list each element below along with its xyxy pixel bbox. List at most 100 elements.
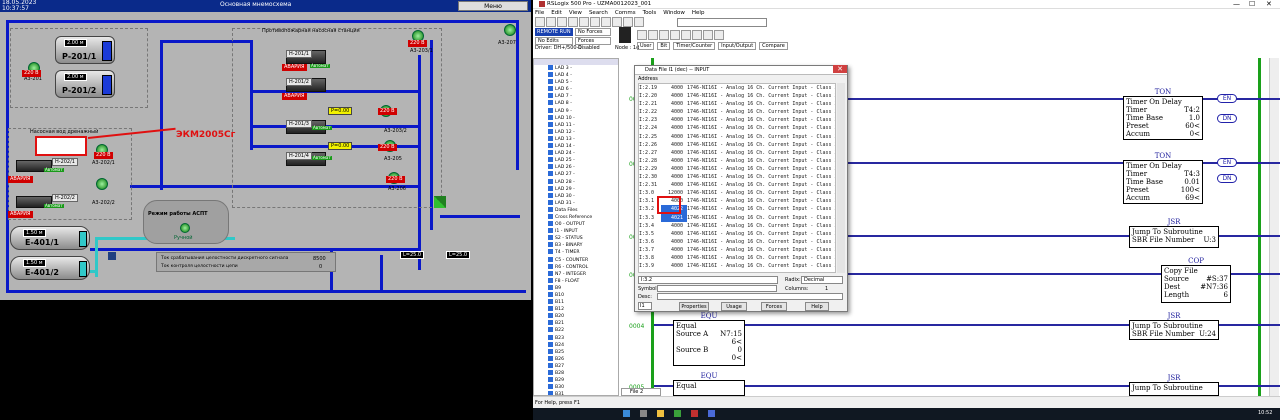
properties-button[interactable]: Properties: [679, 302, 709, 311]
tree-item[interactable]: B29: [548, 377, 618, 384]
tree-item[interactable]: B30: [548, 384, 618, 391]
tree-item[interactable]: LAD 12 -: [548, 128, 618, 136]
data-row[interactable]: I:2.27 4000 1746-NI16I - Analog 16 Ch. Cur…: [639, 149, 835, 157]
equ-instruction[interactable]: EQU Equal: [673, 372, 745, 396]
menu-window[interactable]: Window: [663, 10, 685, 16]
rslogix-taskbar-icon[interactable]: [690, 410, 698, 417]
symbol-field[interactable]: [657, 285, 777, 292]
tree-item[interactable]: B21: [548, 320, 618, 327]
tree-item[interactable]: LAD 7 -: [548, 93, 618, 100]
data-row[interactable]: I:3.5 4000 1746-NI16I - Analog 16 Ch. Curr…: [639, 230, 835, 238]
pump-icon[interactable]: [504, 24, 516, 36]
tree-item[interactable]: LAD 29 -: [548, 185, 618, 193]
tree-item[interactable]: Cross Reference: [548, 213, 618, 221]
save-icon[interactable]: [557, 17, 567, 27]
cut-icon[interactable]: [579, 17, 589, 27]
desc-field[interactable]: [657, 293, 843, 300]
data-row[interactable]: I:2.30 4000 1746-NI16I - Analog 16 Ch. Cur…: [639, 173, 835, 181]
forces-button[interactable]: Forces: [761, 302, 787, 311]
otu-icon[interactable]: [703, 30, 713, 40]
data-row[interactable]: I:2.25 4000 1746-NI16I - Analog 16 Ch. Cur…: [639, 133, 835, 141]
data-row[interactable]: I:2.28 4000 1746-NI16I - Analog 16 Ch. Cur…: [639, 157, 835, 165]
find-icon[interactable]: [634, 17, 644, 27]
mode-indicator-icon[interactable]: [180, 223, 190, 233]
tree-item[interactable]: LAD 25 -: [548, 157, 618, 164]
tab-input-output[interactable]: Input/Output: [718, 42, 757, 50]
address-field[interactable]: I:3.2: [638, 276, 778, 284]
data-row[interactable]: I:2.22 4000 1746-NI16I - Analog 16 Ch. Cur…: [639, 108, 835, 116]
tree-item[interactable]: LAD 27 -: [548, 171, 618, 178]
dn-coil[interactable]: DN: [1217, 114, 1237, 123]
tree-item[interactable]: LAD 5 -: [548, 79, 618, 86]
tree-item[interactable]: B20: [548, 313, 618, 320]
pump-icon[interactable]: [96, 178, 108, 190]
tree-item[interactable]: LAD 3 -: [548, 65, 618, 72]
tank-e401-1[interactable]: 1.50 м Е-401/1: [10, 226, 90, 250]
data-row[interactable]: I:2.24 4000 1746-NI16I - Analog 16 Ch. Cur…: [639, 124, 835, 132]
data-row[interactable]: I:2.29 4000 1746-NI16I - Analog 16 Ch. Cur…: [639, 165, 835, 173]
tab-user[interactable]: User: [637, 42, 655, 50]
undo-icon[interactable]: [612, 17, 622, 27]
vertical-scrollbar[interactable]: [1269, 58, 1279, 396]
xic-icon[interactable]: [659, 30, 669, 40]
maximize-icon[interactable]: ☐: [1249, 0, 1255, 8]
cop-instruction[interactable]: COP Copy File Source #S:37 Dest #N7:36 Len…: [1161, 257, 1231, 303]
tree-item[interactable]: LAD 31 -: [548, 199, 618, 207]
menu-view[interactable]: View: [569, 10, 582, 16]
tree-item[interactable]: LAD 10 -: [548, 114, 618, 122]
tree-item[interactable]: Data Files: [548, 206, 618, 214]
jsr-instruction[interactable]: JSR Jump To Subroutine: [1129, 374, 1219, 396]
data-row[interactable]: I:2.26 4000 1746-NI16I - Analog 16 Ch. Cur…: [639, 141, 835, 149]
data-row[interactable]: I:2.31 4000 1746-NI16I - Analog 16 Ch. Cur…: [639, 181, 835, 189]
en-coil[interactable]: EN: [1217, 158, 1237, 167]
tree-item[interactable]: O0 - OUTPUT: [548, 221, 618, 228]
tree-item[interactable]: C5 - COUNTER: [548, 256, 618, 264]
tree-item[interactable]: B23: [548, 334, 618, 342]
tree-item[interactable]: T4 - TIMER: [548, 249, 618, 256]
menu-help[interactable]: Help: [692, 10, 705, 16]
tree-item[interactable]: LAD 4 -: [548, 72, 618, 79]
osr-icon[interactable]: [714, 30, 724, 40]
data-row[interactable]: I:2.23 4000 1746-NI16I - Analog 16 Ch. Cur…: [639, 116, 835, 124]
file-select[interactable]: I1: [638, 302, 652, 310]
menu-search[interactable]: Search: [589, 10, 608, 16]
data-row[interactable]: I:3.4 4000 1746-NI16I - Analog 16 Ch. Curr…: [639, 222, 835, 230]
app-icon[interactable]: [673, 410, 681, 417]
explorer-icon[interactable]: [656, 410, 664, 417]
start-icon[interactable]: [623, 410, 630, 417]
ton-instruction[interactable]: TON Timer On Delay Timer T4:2 Time Base 1.…: [1123, 88, 1203, 140]
menu-comms[interactable]: Comms: [615, 10, 636, 16]
redo-icon[interactable]: [623, 17, 633, 27]
tree-item[interactable]: F8 - FLOAT: [548, 277, 618, 285]
menu-edit[interactable]: Edit: [551, 10, 562, 16]
tree-item[interactable]: R6 - CONTROL: [548, 263, 618, 271]
valve-icon[interactable]: [434, 196, 446, 208]
search-icon[interactable]: [639, 410, 647, 417]
tree-item[interactable]: LAD 24 -: [548, 150, 618, 157]
tree-item[interactable]: B9: [548, 284, 618, 292]
tree-item[interactable]: B22: [548, 327, 618, 334]
tab-timer-counter[interactable]: Timer/Counter: [673, 42, 716, 50]
paste-icon[interactable]: [601, 17, 611, 27]
jsr-instruction[interactable]: JSR Jump To Subroutine SBR File Number U:…: [1129, 218, 1219, 248]
columns-value[interactable]: 1: [825, 286, 828, 292]
usage-button[interactable]: Usage: [721, 302, 747, 311]
tree-item[interactable]: LAD 26 -: [548, 164, 618, 171]
tree-item[interactable]: LAD 13 -: [548, 135, 618, 143]
tree-item[interactable]: B24: [548, 341, 618, 349]
tree-item[interactable]: B11: [548, 299, 618, 306]
ton-instruction[interactable]: TON Timer On Delay Timer T4:3 Time Base 0.…: [1123, 152, 1203, 204]
tree-item[interactable]: LAD 14 -: [548, 143, 618, 150]
tree-item[interactable]: LAD 11 -: [548, 121, 618, 129]
file-tab[interactable]: File 2: [621, 388, 661, 396]
help-button[interactable]: Help: [805, 302, 829, 311]
minimize-icon[interactable]: —: [1233, 0, 1240, 8]
copy-icon[interactable]: [590, 17, 600, 27]
tree-item[interactable]: I1 - INPUT: [548, 228, 618, 235]
menu-tools[interactable]: Tools: [643, 10, 657, 16]
data-row[interactable]: I:3.3 4021 1746-NI16I - Analog 16 Ch. Curr…: [639, 213, 835, 222]
equ-instruction[interactable]: EQU Equal Source A N7:15 6< Source B 0 0<: [673, 312, 745, 366]
tree-item[interactable]: B25: [548, 348, 618, 356]
data-row[interactable]: I:3.6 4000 1746-NI16I - Analog 16 Ch. Curr…: [639, 238, 835, 246]
data-row[interactable]: I:3.7 4000 1746-NI16I - Analog 16 Ch. Curr…: [639, 246, 835, 254]
